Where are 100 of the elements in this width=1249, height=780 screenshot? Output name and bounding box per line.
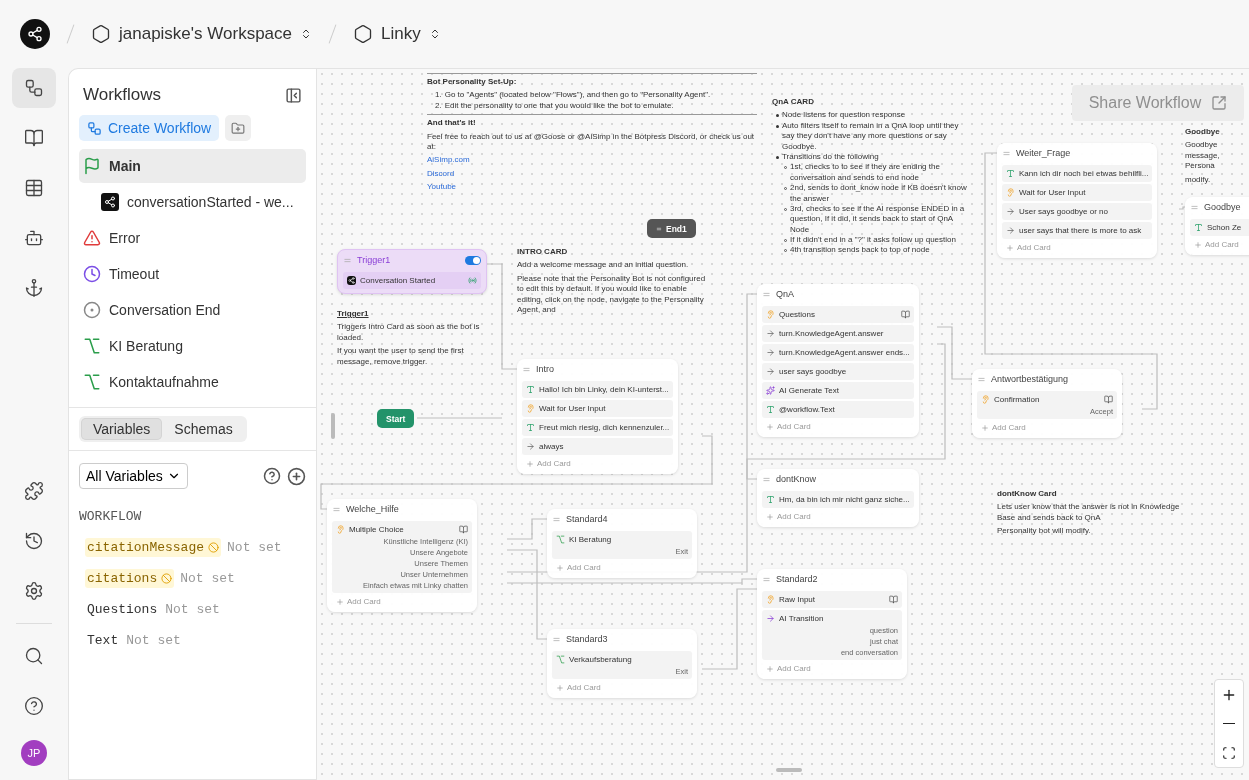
card-label: User says goodbye or no xyxy=(1019,207,1108,216)
flow-card[interactable]: AI Generate Text xyxy=(762,382,914,399)
note-text: Edit the personality to one that you would like the bot to emulate. xyxy=(444,100,674,112)
robot-icon xyxy=(24,228,44,248)
flow-card[interactable]: user says that there is more to ask xyxy=(1002,222,1153,239)
new-folder-button[interactable] xyxy=(225,115,252,141)
card-label: turn.KnowledgeAgent.answer xyxy=(779,329,884,338)
flow-card[interactable]: Schon Ze xyxy=(1190,219,1249,236)
trigger-node[interactable]: Trigger1 Conversation Started xyxy=(337,249,487,294)
user-avatar[interactable]: JP xyxy=(21,740,47,766)
workflow-item[interactable]: Timeout xyxy=(79,257,306,291)
help-icon[interactable] xyxy=(263,467,281,485)
note-text: Add a welcome message and an initial question. xyxy=(517,260,690,271)
node-title: Welche_Hilfe xyxy=(346,504,399,514)
node-title: Standard3 xyxy=(566,634,608,644)
variable-name[interactable]: Questions xyxy=(85,600,160,619)
flow-card[interactable]: Conversation Started xyxy=(343,272,481,289)
flow-node[interactable]: Intro Hallo! Ich bin Linky, dein KI-unterst... Wait for User Input Freut mich riesig, dich kennenzuler... always Add Card xyxy=(517,359,679,474)
ear-icon xyxy=(526,404,535,413)
panel-tab[interactable]: Variables xyxy=(81,418,163,440)
add-icon[interactable] xyxy=(287,466,306,486)
workflow-item[interactable]: Kontaktaufnahme xyxy=(79,365,306,399)
arrow-icon xyxy=(766,367,775,376)
note-text: If it didn't end in a "?" it asks follow up question xyxy=(790,235,956,246)
breadcrumb-item[interactable]: janapiske's Workspace xyxy=(91,24,312,44)
card-label: Hallo! Ich bin Linky, dein KI-unterst... xyxy=(539,385,669,394)
branch-icon xyxy=(83,337,101,355)
node-title: QnA xyxy=(776,289,794,299)
scrollbar-thumb[interactable] xyxy=(331,413,335,439)
ear-icon xyxy=(766,595,775,604)
variables-filter-dropdown[interactable]: All Variables xyxy=(79,463,188,489)
flow-node[interactable]: dontKnow Hm, da bin ich mir nicht ganz siche... Add Card xyxy=(757,469,919,527)
panel-tab[interactable]: Schemas xyxy=(162,418,245,440)
flow-card[interactable]: User says goodbye or no xyxy=(1002,203,1153,220)
ear-icon xyxy=(1006,188,1015,197)
note-text: 4th transition sends back to top of node xyxy=(790,245,930,256)
list-number: 1. xyxy=(435,90,442,101)
plus-icon xyxy=(766,512,774,521)
flow-card[interactable]: Raw Input xyxy=(762,591,902,608)
arrow-icon xyxy=(766,348,775,357)
flow-card[interactable]: Questions xyxy=(762,306,914,323)
variable-name[interactable]: citationMessage xyxy=(85,538,222,557)
warning-icon xyxy=(161,573,173,584)
flow-card[interactable]: @workflow.Text xyxy=(762,401,914,418)
workflow-item[interactable]: conversationStarted - we... xyxy=(79,185,306,219)
variable-name[interactable]: citations xyxy=(85,569,175,588)
arrow-icon xyxy=(1006,226,1015,235)
chevron-icon xyxy=(300,28,312,40)
node-title: End1 xyxy=(666,223,687,234)
flow-card[interactable]: user says goodbye xyxy=(762,363,914,380)
folder-plus-icon xyxy=(231,120,246,136)
note-text: Node listens for question response xyxy=(782,110,906,121)
variable-name[interactable]: Text xyxy=(85,631,121,650)
flow-card[interactable]: turn.KnowledgeAgent.answer ends... xyxy=(762,344,914,361)
collapse-panel-icon[interactable] xyxy=(285,86,302,104)
flow-card[interactable]: Freut mich riesig, dich kennenzuler... xyxy=(522,419,674,436)
breadcrumb-item[interactable]: Linky xyxy=(353,24,441,44)
hexagon-icon xyxy=(91,24,111,44)
card-label: Wait for User Input xyxy=(1019,188,1086,197)
card-label: Schon Ze xyxy=(1207,223,1242,232)
flow-node[interactable]: Goodbye Schon Ze Add Card xyxy=(1185,197,1249,255)
rail-button[interactable] xyxy=(12,68,56,108)
flow-card[interactable]: Wait for User Input xyxy=(1002,184,1153,201)
logo-icon[interactable] xyxy=(20,19,50,49)
card-label: Verkaufsberatung xyxy=(569,655,632,664)
create-workflow-button[interactable]: Create Workflow xyxy=(79,115,220,141)
note-heading: Trigger1 xyxy=(337,309,370,320)
flow-card[interactable]: Hm, da bin ich mir nicht ganz siche... xyxy=(762,491,914,508)
flow-canvas[interactable] xyxy=(316,68,1249,780)
plus-icon xyxy=(336,597,344,606)
flow-card[interactable]: turn.KnowledgeAgent.answer xyxy=(762,325,914,342)
flow-node[interactable]: Weiter_Frage Kann ich dir noch bei etwas behilfli... Wait for User Input User says goodbye or no user says that there is more to ask Add Card xyxy=(997,143,1158,258)
note-link[interactable]: Youtube xyxy=(427,182,457,193)
settings-icon xyxy=(24,581,44,601)
note-link[interactable]: Discord xyxy=(427,168,455,180)
flow-card[interactable]: always xyxy=(522,438,674,455)
note-heading: INTRO CARD xyxy=(517,247,569,258)
trigger-icon xyxy=(101,193,119,211)
note-link[interactable]: AiSimp.com xyxy=(427,155,470,166)
card-label: turn.KnowledgeAgent.answer ends... xyxy=(779,348,910,357)
help-icon xyxy=(24,696,44,716)
bullet-icon xyxy=(776,114,779,118)
workflow-item[interactable]: Conversation End xyxy=(79,293,306,327)
note-heading: QnA CARD xyxy=(772,97,815,108)
flow-card[interactable]: Kann ich dir noch bei etwas behilfli... xyxy=(1002,165,1153,182)
card-label: Conversation Started xyxy=(360,276,436,285)
card-label: Kann ich dir noch bei etwas behilfli... xyxy=(1019,169,1149,178)
start-node[interactable]: Start xyxy=(377,409,415,428)
card-label: always xyxy=(539,442,564,451)
flow-card[interactable]: Hallo! Ich bin Linky, dein KI-unterst... xyxy=(522,381,674,398)
workflow-item[interactable]: Error xyxy=(79,221,306,255)
flow-node[interactable]: QnA Questions turn.KnowledgeAgent.answer turn.KnowledgeAgent.answer ends... user says goodbye AI Generate Text @workflow.Text Add Card xyxy=(757,284,919,437)
toggle-switch[interactable] xyxy=(465,255,481,265)
flow-card[interactable]: Wait for User Input xyxy=(522,400,674,417)
scrollbar-thumb[interactable] xyxy=(776,768,802,772)
end-node[interactable]: End1 xyxy=(647,219,696,238)
workflow-item[interactable]: Main xyxy=(79,149,306,183)
card-label: AI Transition xyxy=(779,614,824,623)
arrow-icon xyxy=(1006,207,1015,216)
workflow-item[interactable]: KI Beratung xyxy=(79,329,306,363)
